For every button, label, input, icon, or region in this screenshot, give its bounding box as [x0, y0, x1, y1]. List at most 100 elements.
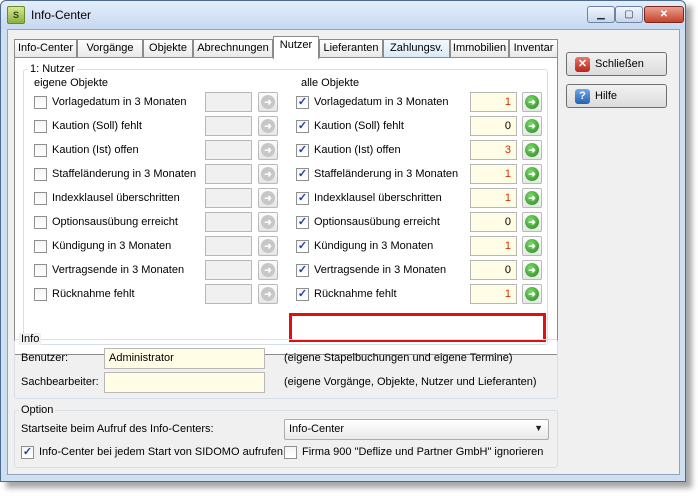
chevron-down-icon: ▼	[534, 423, 543, 433]
all-objects-checkbox[interactable]: ✓	[296, 216, 309, 229]
nutzer-row: Kaution (Soll) fehlt ➜ ✓ Kaution (Soll) feh…	[15, 116, 559, 136]
all-objects-checkbox[interactable]: ✓	[296, 168, 309, 181]
arrow-right-icon: ➜	[525, 239, 539, 253]
tab-nutzer[interactable]: Nutzer	[273, 36, 319, 59]
all-objects-go-button[interactable]: ➜	[522, 164, 542, 184]
tab-zahlungsv[interactable]: Zahlungsv.	[383, 39, 450, 58]
all-objects-checkbox[interactable]: ✓	[296, 264, 309, 277]
all-objects-go-button[interactable]: ➜	[522, 140, 542, 160]
own-objects-checkbox[interactable]	[34, 192, 47, 205]
arrow-right-icon: ➜	[525, 95, 539, 109]
all-objects-go-button[interactable]: ➜	[522, 92, 542, 112]
all-objects-go-button[interactable]: ➜	[522, 212, 542, 232]
own-objects-go-button: ➜	[258, 116, 278, 136]
arrow-right-icon: ➜	[261, 143, 275, 157]
own-objects-label: Rücknahme fehlt	[52, 288, 135, 300]
sachbearbeiter-label: Sachbearbeiter:	[21, 376, 99, 388]
autostart-label: Info-Center bei jedem Start von SIDOMO a…	[39, 446, 283, 458]
tab-abrechnungen[interactable]: Abrechnungen	[193, 39, 273, 58]
all-objects-label: Kaution (Soll) fehlt	[314, 120, 404, 132]
arrow-right-icon: ➜	[525, 119, 539, 133]
arrow-right-icon: ➜	[261, 191, 275, 205]
nutzer-group-label: 1: Nutzer	[28, 63, 77, 75]
own-objects-label: Indexklausel überschritten	[52, 192, 180, 204]
own-objects-checkbox[interactable]	[34, 144, 47, 157]
own-objects-count	[205, 188, 252, 208]
sachbearbeiter-input[interactable]	[104, 372, 265, 393]
own-objects-label: Vorlagedatum in 3 Monaten	[52, 96, 187, 108]
all-objects-checkbox[interactable]: ✓	[296, 240, 309, 253]
startseite-select[interactable]: Info-Center ▼	[284, 419, 549, 440]
own-objects-go-button: ➜	[258, 92, 278, 112]
app-logo-icon: S	[7, 6, 25, 24]
arrow-right-icon: ➜	[525, 263, 539, 277]
sachbearbeiter-hint: (eigene Vorgänge, Objekte, Nutzer und Li…	[284, 376, 537, 388]
maximize-button[interactable]: ▢	[615, 6, 643, 23]
ignore-firma-checkbox[interactable]	[284, 446, 297, 459]
all-objects-go-button[interactable]: ➜	[522, 260, 542, 280]
own-objects-checkbox[interactable]	[34, 96, 47, 109]
own-objects-checkbox[interactable]	[34, 168, 47, 181]
own-objects-label: Kündigung in 3 Monaten	[52, 240, 172, 252]
all-objects-go-button[interactable]: ➜	[522, 188, 542, 208]
tab-immobilien[interactable]: Immobilien	[450, 39, 509, 58]
own-objects-label: Kaution (Soll) fehlt	[52, 120, 142, 132]
all-objects-label: Vertragsende in 3 Monaten	[314, 264, 447, 276]
all-objects-count: 1	[470, 188, 517, 208]
all-objects-count: 1	[470, 236, 517, 256]
own-objects-go-button: ➜	[258, 236, 278, 256]
own-objects-count	[205, 260, 252, 280]
own-objects-go-button: ➜	[258, 188, 278, 208]
own-objects-checkbox[interactable]	[34, 120, 47, 133]
all-objects-go-button[interactable]: ➜	[522, 236, 542, 256]
own-objects-count	[205, 236, 252, 256]
arrow-right-icon: ➜	[261, 287, 275, 301]
all-objects-checkbox[interactable]: ✓	[296, 288, 309, 301]
own-objects-checkbox[interactable]	[34, 216, 47, 229]
all-objects-go-button[interactable]: ➜	[522, 116, 542, 136]
autostart-checkbox[interactable]: ✓	[21, 446, 34, 459]
all-objects-checkbox[interactable]: ✓	[296, 192, 309, 205]
arrow-right-icon: ➜	[261, 167, 275, 181]
tab-info-center[interactable]: Info-Center	[14, 39, 77, 58]
all-objects-checkbox[interactable]: ✓	[296, 96, 309, 109]
close-button[interactable]: ✕ Schließen	[566, 52, 667, 76]
all-objects-count: 1	[470, 92, 517, 112]
tab-objekte[interactable]: Objekte	[143, 39, 193, 58]
close-window-button[interactable]: ✕	[644, 6, 684, 23]
own-objects-label: Kaution (Ist) offen	[52, 144, 139, 156]
title-bar[interactable]: S Info-Center ▁ ▢ ✕	[1, 1, 685, 29]
tab-inventar[interactable]: Inventar	[509, 39, 558, 58]
all-objects-checkbox[interactable]: ✓	[296, 120, 309, 133]
client-area: Info-Center Vorgänge Objekte Abrechnunge…	[7, 29, 680, 475]
own-objects-label: Optionsausübung erreicht	[52, 216, 178, 228]
tab-lieferanten[interactable]: Lieferanten	[319, 39, 383, 58]
all-objects-label: Indexklausel überschritten	[314, 192, 442, 204]
minimize-button[interactable]: ▁	[587, 6, 615, 23]
benutzer-input[interactable]: Administrator	[104, 348, 265, 369]
own-objects-go-button: ➜	[258, 164, 278, 184]
info-center-window: S Info-Center ▁ ▢ ✕ Info-Center Vorgänge…	[0, 0, 686, 482]
arrow-right-icon: ➜	[525, 167, 539, 181]
arrow-right-icon: ➜	[525, 143, 539, 157]
tab-vorgaenge[interactable]: Vorgänge	[77, 39, 143, 58]
own-objects-checkbox[interactable]	[34, 240, 47, 253]
own-objects-checkbox[interactable]	[34, 288, 47, 301]
all-objects-count: 0	[470, 260, 517, 280]
own-objects-checkbox[interactable]	[34, 264, 47, 277]
all-objects-go-button[interactable]: ➜	[522, 284, 542, 304]
own-objects-go-button: ➜	[258, 140, 278, 160]
nutzer-tab-panel: 1: Nutzer eigene Objekte alle Objekte Vo…	[14, 57, 558, 355]
own-objects-heading: eigene Objekte	[34, 77, 108, 89]
nutzer-row: Optionsausübung erreicht ➜ ✓ Optionsausübun…	[15, 212, 559, 232]
own-objects-count	[205, 116, 252, 136]
arrow-right-icon: ➜	[261, 119, 275, 133]
nutzer-row: Indexklausel überschritten ➜ ✓ Indexklausel…	[15, 188, 559, 208]
all-objects-count: 0	[470, 116, 517, 136]
own-objects-go-button: ➜	[258, 212, 278, 232]
all-objects-checkbox[interactable]: ✓	[296, 144, 309, 157]
option-section-label: Option	[19, 404, 56, 416]
arrow-right-icon: ➜	[261, 239, 275, 253]
help-button[interactable]: ? Hilfe	[566, 84, 667, 108]
info-section-label: Info	[19, 333, 42, 345]
